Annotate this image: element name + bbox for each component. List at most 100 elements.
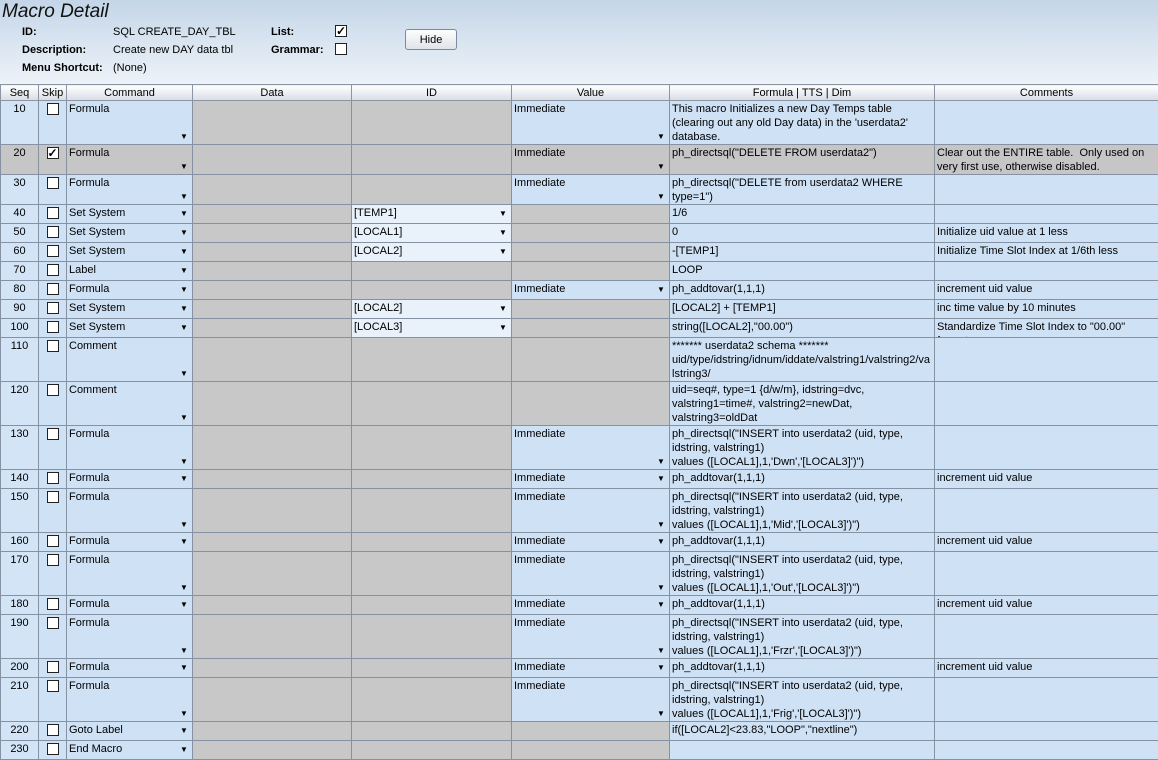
formula-cell[interactable]: ph_addtovar(1,1,1) [670,533,935,552]
grammar-checkbox[interactable] [335,43,347,55]
command-cell[interactable]: Formula▼ [67,145,193,175]
chevron-down-icon[interactable]: ▼ [496,302,510,315]
comments-cell[interactable] [935,426,1158,470]
data-cell[interactable] [193,300,352,319]
comments-cell[interactable]: increment uid value [935,596,1158,615]
seq-cell[interactable]: 200 [1,659,39,678]
command-cell[interactable]: End Macro▼ [67,741,193,760]
skip-checkbox[interactable] [47,177,59,189]
skip-checkbox[interactable] [47,680,59,692]
data-cell[interactable] [193,741,352,760]
command-cell[interactable]: Formula▼ [67,281,193,300]
comments-cell[interactable] [935,175,1158,205]
chevron-down-icon[interactable]: ▼ [654,130,668,143]
skip-cell[interactable] [39,300,67,319]
table-row[interactable]: 190Formula▼Immediate▼ph_directsql("INSER… [1,615,1158,659]
value-cell[interactable]: Immediate▼ [512,533,670,552]
skip-checkbox[interactable] [47,535,59,547]
skip-cell[interactable] [39,319,67,338]
value-cell[interactable]: Immediate▼ [512,615,670,659]
list-checkbox[interactable]: ✓ [335,25,347,37]
comments-cell[interactable]: Initialize uid value at 1 less [935,224,1158,243]
skip-cell[interactable] [39,224,67,243]
chevron-down-icon[interactable]: ▼ [654,707,668,720]
chevron-down-icon[interactable]: ▼ [177,743,191,756]
value-cell[interactable] [512,262,670,281]
comments-cell[interactable]: increment uid value [935,281,1158,300]
seq-cell[interactable]: 100 [1,319,39,338]
chevron-down-icon[interactable]: ▼ [654,535,668,548]
chevron-down-icon[interactable]: ▼ [177,644,191,657]
value-cell[interactable]: Immediate▼ [512,145,670,175]
value-cell[interactable] [512,741,670,760]
table-row[interactable]: 200Formula▼Immediate▼ph_addtovar(1,1,1)i… [1,659,1158,678]
table-row[interactable]: 120Comment▼uid=seq#, type=1 {d/w/m}, ids… [1,382,1158,426]
seq-cell[interactable]: 150 [1,489,39,533]
data-cell[interactable] [193,426,352,470]
formula-cell[interactable]: This macro Initializes a new Day Temps t… [670,101,935,145]
command-cell[interactable]: Comment▼ [67,338,193,382]
formula-cell[interactable]: ph_addtovar(1,1,1) [670,659,935,678]
id-cell[interactable] [352,552,512,596]
column-header-skip[interactable]: Skip [39,85,67,101]
table-row[interactable]: 40Set System▼[TEMP1]▼1/6 [1,205,1158,224]
comments-cell[interactable]: increment uid value [935,470,1158,489]
table-row[interactable]: 210Formula▼Immediate▼ph_directsql("INSER… [1,678,1158,722]
skip-cell[interactable] [39,175,67,205]
value-cell[interactable] [512,205,670,224]
chevron-down-icon[interactable]: ▼ [654,283,668,296]
chevron-down-icon[interactable]: ▼ [496,321,510,334]
data-cell[interactable] [193,722,352,741]
chevron-down-icon[interactable]: ▼ [654,190,668,203]
formula-cell[interactable]: ph_directsql("DELETE from userdata2 WHER… [670,175,935,205]
skip-checkbox[interactable]: ✓ [47,147,59,159]
comments-cell[interactable]: increment uid value [935,533,1158,552]
command-cell[interactable]: Set System▼ [67,300,193,319]
comments-cell[interactable] [935,338,1158,382]
seq-cell[interactable]: 60 [1,243,39,262]
id-cell[interactable] [352,470,512,489]
seq-cell[interactable]: 80 [1,281,39,300]
chevron-down-icon[interactable]: ▼ [177,190,191,203]
skip-checkbox[interactable] [47,264,59,276]
command-cell[interactable]: Comment▼ [67,382,193,426]
chevron-down-icon[interactable]: ▼ [496,245,510,258]
chevron-down-icon[interactable]: ▼ [177,472,191,485]
formula-cell[interactable]: uid=seq#, type=1 {d/w/m}, idstring=dvc, … [670,382,935,426]
value-cell[interactable]: Immediate▼ [512,470,670,489]
skip-checkbox[interactable] [47,743,59,755]
skip-checkbox[interactable] [47,617,59,629]
chevron-down-icon[interactable]: ▼ [177,707,191,720]
comments-cell[interactable] [935,741,1158,760]
chevron-down-icon[interactable]: ▼ [654,581,668,594]
value-cell[interactable]: Immediate▼ [512,596,670,615]
skip-checkbox[interactable] [47,321,59,333]
formula-cell[interactable]: -[TEMP1] [670,243,935,262]
column-header-value[interactable]: Value [512,85,670,101]
seq-cell[interactable]: 220 [1,722,39,741]
formula-cell[interactable]: [LOCAL2] + [TEMP1] [670,300,935,319]
table-row[interactable]: 50Set System▼[LOCAL1]▼0Initialize uid va… [1,224,1158,243]
value-cell[interactable] [512,319,670,338]
comments-cell[interactable] [935,722,1158,741]
formula-cell[interactable]: ph_addtovar(1,1,1) [670,281,935,300]
table-row[interactable]: 150Formula▼Immediate▼ph_directsql("INSER… [1,489,1158,533]
chevron-down-icon[interactable]: ▼ [654,455,668,468]
chevron-down-icon[interactable]: ▼ [177,207,191,220]
column-header-seq[interactable]: Seq [1,85,39,101]
description-value[interactable]: Create new DAY data tbl [113,44,233,56]
value-cell[interactable]: Immediate▼ [512,281,670,300]
skip-checkbox[interactable] [47,340,59,352]
command-cell[interactable]: Formula▼ [67,533,193,552]
id-cell[interactable] [352,338,512,382]
seq-cell[interactable]: 110 [1,338,39,382]
chevron-down-icon[interactable]: ▼ [496,207,510,220]
skip-cell[interactable] [39,382,67,426]
skip-cell[interactable] [39,338,67,382]
command-cell[interactable]: Set System▼ [67,243,193,262]
value-cell[interactable]: Immediate▼ [512,426,670,470]
id-cell[interactable] [352,426,512,470]
skip-checkbox[interactable] [47,103,59,115]
table-row[interactable]: 140Formula▼Immediate▼ph_addtovar(1,1,1)i… [1,470,1158,489]
command-cell[interactable]: Goto Label▼ [67,722,193,741]
